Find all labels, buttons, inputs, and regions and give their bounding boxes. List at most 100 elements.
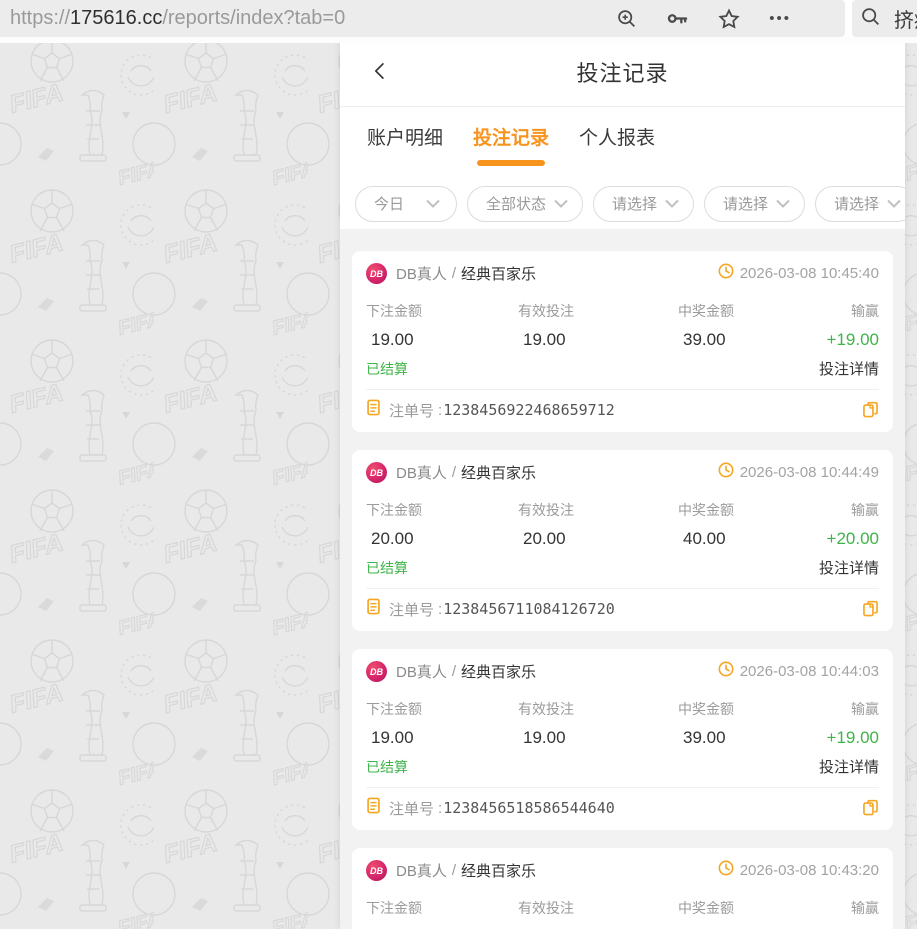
profit-label: 输赢: [822, 699, 879, 719]
tab-personal-report[interactable]: 个人报表: [577, 113, 657, 172]
valid-bet-label: 有效投注: [518, 699, 678, 719]
search-icon: [860, 6, 881, 32]
bet-record-card: DB DB真人 / 经典百家乐 2026-03-08 10:43:20 下注金额…: [352, 848, 893, 929]
status-badge: 已结算: [366, 359, 408, 379]
app-header: 投注记录: [340, 37, 905, 107]
address-bar[interactable]: https://175616.cc/reports/index?tab=0 ••…: [0, 0, 845, 37]
chevron-down-icon: [776, 199, 790, 208]
back-button[interactable]: [364, 55, 396, 87]
valid-bet-value: 20.00: [518, 529, 678, 549]
provider-logo: DB: [366, 661, 387, 682]
clock-icon: [718, 860, 734, 881]
win-amount-label: 中奖金额: [678, 301, 822, 321]
game-name: 经典百家乐: [461, 462, 536, 483]
win-amount-label: 中奖金额: [678, 898, 826, 918]
chevron-down-icon: [426, 199, 440, 208]
url-domain: 175616.cc: [70, 7, 162, 29]
chrome-bottom-strip: [0, 37, 917, 43]
filter-select-1[interactable]: 请选择: [593, 186, 694, 222]
app-panel: 投注记录 账户明细 投注记录 个人报表 今日 全部状态 请选择 请选择 请选择: [340, 37, 905, 929]
valid-bet-value: 19.00: [518, 728, 678, 748]
provider-game-separator: /: [452, 265, 456, 282]
memo-icon: [366, 797, 381, 819]
star-icon[interactable]: [718, 8, 740, 30]
filter-date[interactable]: 今日: [355, 186, 457, 222]
game-name: 经典百家乐: [461, 661, 536, 682]
tab-bet-records[interactable]: 投注记录: [471, 113, 551, 172]
profit-label: 输赢: [822, 500, 879, 520]
clock-icon: [718, 462, 734, 483]
profit-value: +19.00: [822, 728, 879, 748]
chevron-down-icon: [665, 199, 679, 208]
bet-amount-value: 19.00: [366, 330, 518, 350]
provider-name: DB真人: [396, 860, 447, 881]
record-list: DB DB真人 / 经典百家乐 2026-03-08 10:45:40 下注金额…: [340, 229, 905, 929]
card-header: DB DB真人 / 经典百家乐 2026-03-08 10:43:20: [366, 860, 879, 881]
filter-select-3[interactable]: 请选择: [815, 186, 905, 222]
bet-time: 2026-03-08 10:45:40: [740, 265, 879, 282]
copy-icon[interactable]: [862, 401, 879, 419]
bet-detail-link[interactable]: 投注详情: [819, 358, 879, 379]
memo-icon: [366, 399, 381, 421]
amount-columns: 下注金额 有效投注 中奖金额 输赢 19.00 19.00 39.00 +19.…: [366, 301, 879, 350]
valid-bet-value: 19.00: [518, 330, 678, 350]
order-row: 注单号 : 1238456518586544640: [366, 787, 879, 819]
clock-icon: [718, 661, 734, 682]
valid-bet-label: 有效投注: [518, 898, 678, 918]
search-box[interactable]: 挤痘: [852, 0, 917, 37]
provider-name: DB真人: [396, 462, 447, 483]
valid-bet-label: 有效投注: [518, 500, 678, 520]
chevron-down-icon: [554, 199, 568, 208]
win-amount-value: 39.00: [678, 330, 822, 350]
bet-record-card: DB DB真人 / 经典百家乐 2026-03-08 10:44:03 下注金额…: [352, 649, 893, 830]
win-amount-value: 40.00: [678, 529, 822, 549]
filter-status[interactable]: 全部状态: [467, 186, 583, 222]
bet-record-card: DB DB真人 / 经典百家乐 2026-03-08 10:45:40 下注金额…: [352, 251, 893, 432]
card-header: DB DB真人 / 经典百家乐 2026-03-08 10:45:40: [366, 263, 879, 284]
order-colon: :: [438, 800, 442, 817]
search-query-text[interactable]: 挤痘: [894, 4, 917, 33]
order-colon: :: [438, 402, 442, 419]
bet-amount-label: 下注金额: [366, 898, 518, 918]
provider-name: DB真人: [396, 661, 447, 682]
bet-amount-value: 19.00: [366, 728, 518, 748]
order-number-label: 注单号: [389, 599, 434, 620]
amount-columns: 下注金额 有效投注 中奖金额 输赢 20.00 20.00 40.00 +20.…: [366, 500, 879, 549]
url-text[interactable]: https://175616.cc/reports/index?tab=0: [10, 7, 616, 30]
chevron-down-icon: [887, 199, 901, 208]
provider-game-separator: /: [452, 862, 456, 879]
key-icon[interactable]: [666, 7, 689, 30]
order-number-value: 1238456518586544640: [443, 799, 615, 817]
valid-bet-label: 有效投注: [518, 301, 678, 321]
zoom-in-icon[interactable]: [616, 8, 637, 29]
order-number-label: 注单号: [389, 400, 434, 421]
profit-value: +20.00: [822, 529, 879, 549]
bet-time: 2026-03-08 10:44:03: [740, 663, 879, 680]
more-options-icon[interactable]: •••: [769, 14, 791, 24]
bet-detail-link[interactable]: 投注详情: [819, 557, 879, 578]
status-badge: 已结算: [366, 757, 408, 777]
bet-record-card: DB DB真人 / 经典百家乐 2026-03-08 10:44:49 下注金额…: [352, 450, 893, 631]
filter-bar: 今日 全部状态 请选择 请选择 请选择: [340, 178, 905, 229]
status-badge: 已结算: [366, 558, 408, 578]
order-number-value: 1238456711084126720: [443, 600, 615, 618]
order-row: 注单号 : 1238456711084126720: [366, 588, 879, 620]
profit-label: 输赢: [826, 898, 879, 918]
tab-account-detail[interactable]: 账户明细: [365, 113, 445, 172]
win-amount-value: 39.00: [678, 728, 822, 748]
profit-value: +19.00: [822, 330, 879, 350]
win-amount-label: 中奖金额: [678, 500, 822, 520]
bet-amount-value: 20.00: [366, 529, 518, 549]
bet-amount-label: 下注金额: [366, 699, 518, 719]
filter-select-2[interactable]: 请选择: [704, 186, 805, 222]
page-title: 投注记录: [576, 56, 668, 88]
bet-detail-link[interactable]: 投注详情: [819, 756, 879, 777]
browser-bar: https://175616.cc/reports/index?tab=0 ••…: [0, 0, 917, 37]
order-colon: :: [438, 601, 442, 618]
copy-icon[interactable]: [862, 600, 879, 618]
memo-icon: [366, 598, 381, 620]
provider-game-separator: /: [452, 464, 456, 481]
card-header: DB DB真人 / 经典百家乐 2026-03-08 10:44:49: [366, 462, 879, 483]
provider-game-separator: /: [452, 663, 456, 680]
copy-icon[interactable]: [862, 799, 879, 817]
